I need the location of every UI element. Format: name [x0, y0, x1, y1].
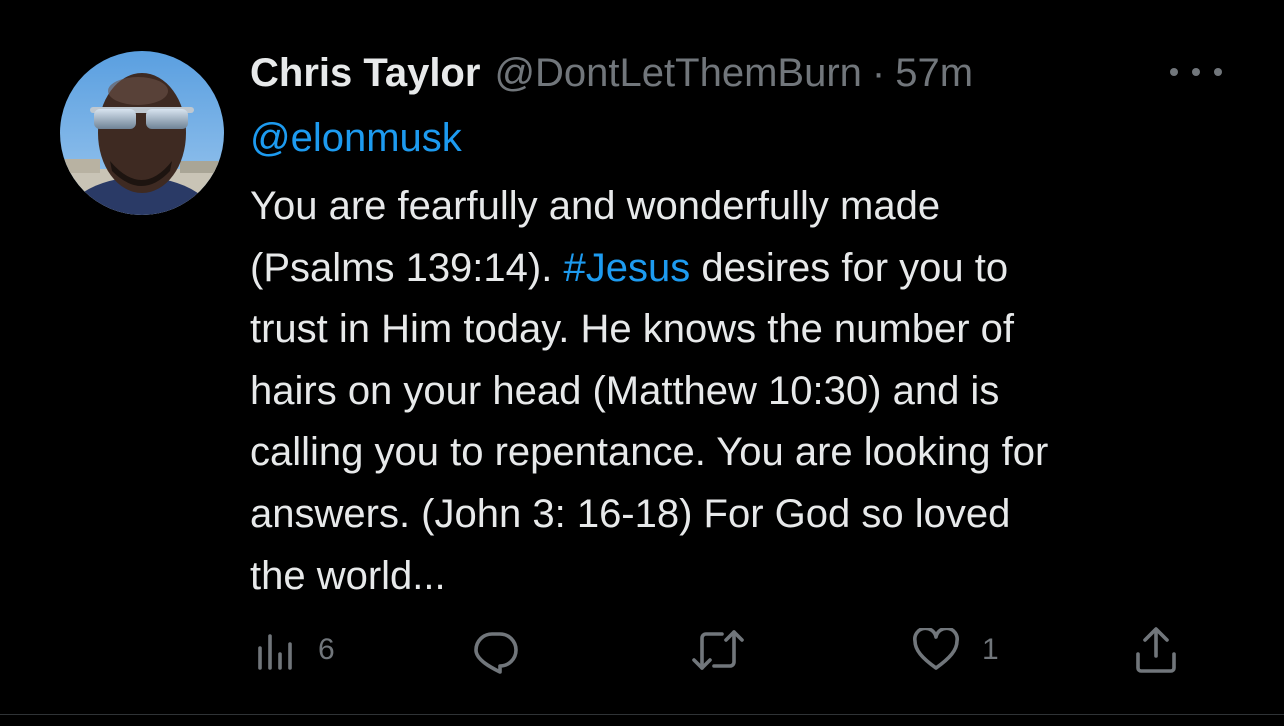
tweet-text-line: hairs on your head (Matthew 10:30) and i… [250, 368, 1000, 413]
timestamp[interactable]: 57m [895, 48, 973, 98]
heart-icon [913, 628, 959, 670]
retweet-button[interactable] [692, 620, 744, 680]
like-count: 1 [982, 633, 999, 666]
tweet-text: You are fearfully and wonderfully made (… [250, 176, 1240, 607]
reply-button[interactable] [472, 620, 520, 680]
like-button[interactable]: 1 [912, 620, 999, 680]
user-handle[interactable]: @DontLetThemBurn [494, 48, 861, 98]
reply-bubble-icon [474, 632, 518, 674]
tweet-header: Chris Taylor @DontLetThemBurn · 57m [250, 48, 973, 98]
tweet-text-line: (Psalms 139:14). #Jesus desires for you … [250, 245, 1009, 290]
retweet-icon [692, 630, 744, 670]
analytics-bars-icon [258, 634, 292, 670]
hashtag-link[interactable]: #Jesus [563, 246, 690, 290]
tweet-actions: 6 1 [0, 620, 1284, 680]
views-count: 6 [318, 633, 335, 666]
share-icon [1136, 627, 1176, 673]
tweet-text-line: answers. (John 3: 16-18) For God so love… [250, 491, 1011, 536]
tweet[interactable]: Chris Taylor @DontLetThemBurn · 57m @elo… [0, 0, 1284, 715]
divider [0, 714, 1284, 715]
tweet-text-line: the world... [250, 553, 446, 598]
avatar[interactable] [60, 51, 224, 215]
tweet-text-line: calling you to repentance. You are looki… [250, 430, 1049, 475]
tweet-text-line: trust in Him today. He knows the number … [250, 307, 1015, 352]
share-button[interactable] [1134, 620, 1178, 680]
mention-link[interactable]: @elonmusk [250, 113, 462, 163]
separator-dot: · [871, 51, 886, 95]
more-options-icon[interactable] [1170, 60, 1222, 84]
avatar-photo [60, 51, 224, 215]
tweet-text-line: You are fearfully and wonderfully made [250, 184, 941, 228]
views-button[interactable]: 6 [256, 620, 335, 680]
display-name[interactable]: Chris Taylor [250, 48, 480, 98]
